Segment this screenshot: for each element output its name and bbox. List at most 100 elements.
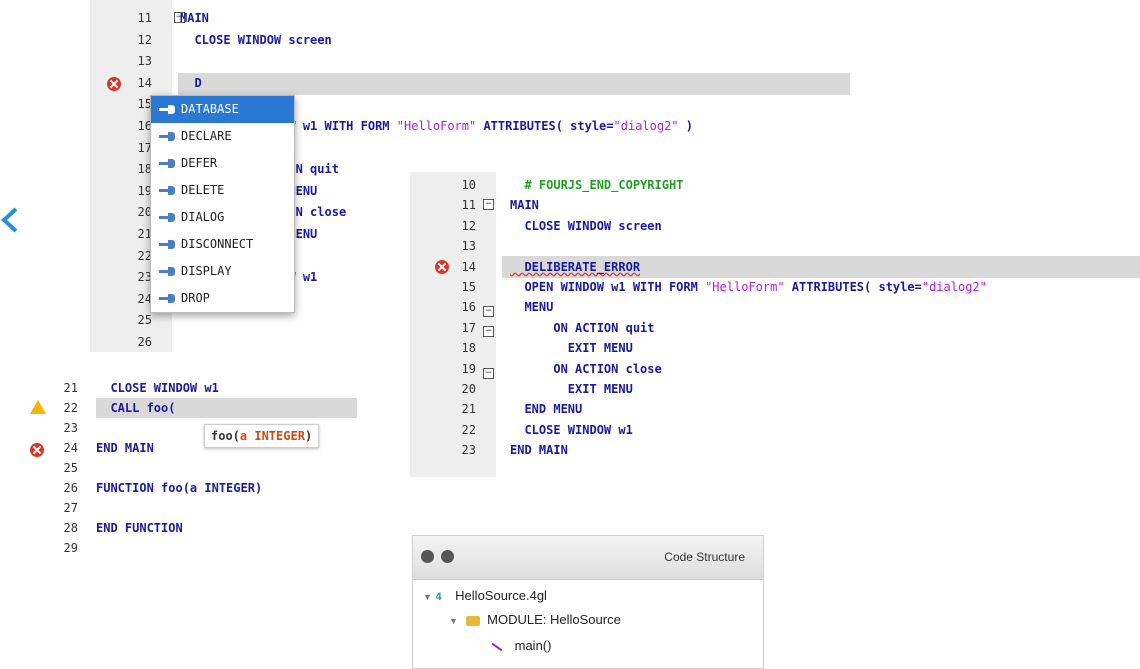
line-number: 23 xyxy=(137,270,152,285)
code-line[interactable]: 22 CALL foo( xyxy=(12,398,357,418)
code-line[interactable]: 14 DELIBERATE_ERROR xyxy=(410,257,1140,277)
completion-item-label: DEFER xyxy=(181,156,218,170)
code-text[interactable]: MAIN xyxy=(510,195,539,215)
code-line[interactable]: 29 xyxy=(12,538,357,558)
module-icon xyxy=(465,615,480,626)
code-text[interactable]: ON ACTION quit xyxy=(510,318,654,338)
tree-node-module[interactable]: ▼ MODULE: HelloSource xyxy=(449,612,621,627)
completion-item[interactable]: DIALOG xyxy=(151,204,294,231)
keyword-icon xyxy=(159,105,175,114)
code-text[interactable]: CALL foo( xyxy=(96,398,175,418)
code-line[interactable]: 15 OPEN WINDOW w1 WITH FORM "HelloForm" … xyxy=(410,277,1140,297)
keyword-icon xyxy=(159,267,175,276)
line-number: 22 xyxy=(137,248,152,263)
tooltip-close: ) xyxy=(304,429,313,443)
expand-arrow-icon[interactable]: ▼ xyxy=(423,592,432,602)
code-text[interactable]: OPEN WINDOW w1 WITH FORM "HelloForm" ATT… xyxy=(510,277,986,297)
code-line[interactable]: 23 END MAIN xyxy=(410,440,1140,460)
completion-item-label: DELETE xyxy=(181,183,225,197)
close-panel-button[interactable] xyxy=(421,550,434,563)
code-text[interactable]: EXIT MENU xyxy=(510,338,633,358)
tree-function-label: main() xyxy=(514,638,552,653)
completion-item-label: DIALOG xyxy=(181,210,225,224)
nav-chevron-icon[interactable] xyxy=(0,205,20,235)
line-number: 17 xyxy=(137,140,152,155)
tree-file-label: HelloSource.4gl xyxy=(455,588,547,603)
code-text[interactable]: END MENU xyxy=(510,399,582,419)
code-line[interactable]: 10 # FOURJS_END_COPYRIGHT xyxy=(410,175,1140,195)
keyword-icon xyxy=(159,186,175,195)
line-number: 26 xyxy=(63,481,78,495)
code-line[interactable]: 12 CLOSE WINDOW screen xyxy=(410,216,1140,236)
line-number: 23 xyxy=(461,443,476,458)
code-text[interactable]: CLOSE WINDOW w1 xyxy=(96,380,218,398)
code-line[interactable]: 25 xyxy=(12,458,357,478)
code-text[interactable]: CLOSE WINDOW screen xyxy=(180,30,331,52)
completion-item[interactable]: DECLARE xyxy=(151,123,294,150)
completion-item-label: DATABASE xyxy=(181,102,239,116)
code-line[interactable]: 28 END FUNCTION xyxy=(12,518,357,538)
expand-arrow-icon[interactable]: ▼ xyxy=(449,616,458,626)
completion-item-label: DISCONNECT xyxy=(181,237,254,251)
completion-item[interactable]: DISPLAY xyxy=(151,258,294,285)
line-number: 15 xyxy=(461,280,476,294)
code-line[interactable]: 21 END MENU xyxy=(410,399,1140,419)
line-number: 13 xyxy=(137,54,152,69)
minimize-panel-button[interactable] xyxy=(441,550,454,563)
code-text[interactable]: END FUNCTION xyxy=(96,518,183,538)
code-line[interactable]: 18 EXIT MENU xyxy=(410,338,1140,358)
line-number: 29 xyxy=(63,541,78,555)
code-line[interactable]: 14 D xyxy=(90,73,850,95)
code-line[interactable]: 19 ON ACTION close xyxy=(410,359,1140,379)
line-number: 21 xyxy=(461,402,476,417)
code-line[interactable]: 27 xyxy=(12,498,357,518)
code-text[interactable]: END MAIN xyxy=(96,438,154,458)
code-text[interactable]: # FOURJS_END_COPYRIGHT xyxy=(510,175,683,195)
tree-node-function[interactable]: main() xyxy=(491,638,551,653)
panel-title: Code Structure xyxy=(664,550,745,564)
line-number: 15 xyxy=(137,97,152,112)
line-number: 20 xyxy=(137,205,152,220)
function-icon xyxy=(491,642,503,651)
code-text[interactable]: CLOSE WINDOW screen xyxy=(510,216,661,236)
code-line[interactable]: 12 CLOSE WINDOW screen xyxy=(90,30,850,52)
code-text[interactable]: CLOSE WINDOW w1 xyxy=(510,420,632,440)
code-text[interactable]: EXIT MENU xyxy=(510,379,633,399)
tree-node-file[interactable]: ▼ 4 HelloSource.4gl xyxy=(423,588,547,603)
code-line[interactable]: 11 MAIN xyxy=(90,8,850,30)
line-number: 11 xyxy=(461,198,476,213)
code-line[interactable]: 11 MAIN xyxy=(410,195,1140,215)
code-text[interactable]: MENU xyxy=(510,297,553,317)
editor-error-panel: − − − − 10 # FOURJS_END_COPYRIGHT 11 MAIN 1… xyxy=(410,172,1140,477)
line-number: 27 xyxy=(63,501,78,515)
code-line[interactable]: 13 xyxy=(410,236,1140,256)
code-text[interactable]: MAIN xyxy=(180,8,209,30)
completion-item[interactable]: DISCONNECT xyxy=(151,231,294,258)
code-line[interactable]: 22 CLOSE WINDOW w1 xyxy=(410,420,1140,440)
completion-item-label: DISPLAY xyxy=(181,264,232,278)
line-number: 28 xyxy=(63,521,78,535)
code-line[interactable]: 17 ON ACTION quit xyxy=(410,318,1140,338)
completion-item[interactable]: DROP xyxy=(151,285,294,312)
completion-item[interactable]: DATABASE xyxy=(151,96,294,123)
line-number: 18 xyxy=(137,162,152,177)
keyword-icon xyxy=(159,132,175,141)
tree-module-label: MODULE: HelloSource xyxy=(487,612,621,627)
line-number: 18 xyxy=(461,341,476,356)
completion-item-label: DECLARE xyxy=(181,129,232,143)
code-line[interactable]: 26 FUNCTION foo(a INTEGER) xyxy=(12,478,357,498)
code-line[interactable]: 13 xyxy=(90,51,850,73)
code-structure-panel: Code Structure ▼ 4 HelloSource.4gl ▼ MOD… xyxy=(412,535,764,669)
code-text[interactable]: END MAIN xyxy=(510,440,568,460)
code-line[interactable]: 16 MENU xyxy=(410,297,1140,317)
code-text[interactable]: FUNCTION foo(a INTEGER) xyxy=(96,478,262,498)
code-line[interactable]: 20 EXIT MENU xyxy=(410,379,1140,399)
completion-item[interactable]: DELETE xyxy=(151,177,294,204)
line-number: 10 xyxy=(461,178,476,192)
line-number: 25 xyxy=(137,313,152,328)
code-line[interactable]: 21 CLOSE WINDOW w1 xyxy=(12,380,357,398)
completion-item[interactable]: DEFER xyxy=(151,150,294,177)
code-text[interactable]: D xyxy=(180,73,201,95)
code-text[interactable]: DELIBERATE_ERROR xyxy=(510,257,640,277)
code-text[interactable]: ON ACTION close xyxy=(510,359,661,379)
